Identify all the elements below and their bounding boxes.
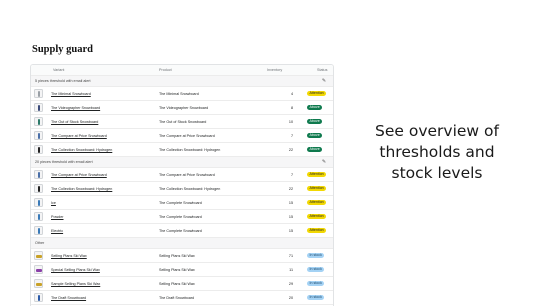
product-name: The Minimal Snowboard	[159, 91, 199, 96]
product-thumbnail	[34, 251, 43, 260]
edit-threshold-icon[interactable]: ✎	[321, 159, 327, 165]
table-row[interactable]: The Videographer Snowboard The Videograph…	[31, 101, 333, 115]
threshold-group-label: Other	[35, 241, 45, 245]
product-thumbnail	[34, 117, 43, 126]
status-badge: Attention	[307, 172, 327, 177]
table-row[interactable]: The Compare at Price Snowboard The Compar…	[31, 168, 333, 182]
product-name: Selling Plans Ski Wax	[159, 253, 195, 258]
table-row[interactable]: Ice The Complete Snowboard 15 Attention	[31, 196, 333, 210]
variant-link[interactable]: Sample Selling Plans Ski Wax	[51, 282, 100, 286]
threshold-group-label: 5 pieces threshold with email alert	[35, 79, 91, 83]
caption-line: thresholds and	[379, 143, 495, 161]
product-name: The Collection Snowboard: Hydrogen	[159, 186, 221, 191]
column-header-status: Status	[317, 68, 328, 72]
table-row[interactable]: The Compare at Price Snowboard The Compar…	[31, 129, 333, 143]
status-badge: In stock	[307, 253, 325, 258]
caption-line: See overview of	[375, 122, 499, 140]
table-row[interactable]: Selling Plans Ski Wax Selling Plans Ski W…	[31, 249, 333, 263]
table-row[interactable]: The Draft Snowboard The Draft Snowboard 20…	[31, 291, 333, 305]
table-header: Variant Product Inventory Status	[31, 65, 333, 76]
threshold-group-header: 5 pieces threshold with email alert ✎	[31, 76, 333, 87]
status-badge: In stock	[307, 281, 325, 286]
table-row[interactable]: The Collection Snowboard: Hydrogen The Co…	[31, 143, 333, 157]
product-thumbnail	[34, 131, 43, 140]
column-header-variant: Variant	[53, 68, 65, 72]
table-row[interactable]: Powder The Complete Snowboard 15 Attention	[31, 210, 333, 224]
product-name: The Complete Snowboard	[159, 214, 202, 219]
variant-link[interactable]: Powder	[51, 215, 64, 219]
product-thumbnail	[34, 226, 43, 235]
status-badge: Above	[307, 105, 323, 110]
variant-link[interactable]: The Collection Snowboard: Hydrogen	[51, 148, 112, 152]
product-name: The Complete Snowboard	[159, 228, 202, 233]
variant-link[interactable]: The Minimal Snowboard	[51, 92, 91, 96]
product-thumbnail	[34, 293, 43, 302]
product-name: Selling Plans Ski Wax	[159, 281, 195, 286]
status-badge: Attention	[307, 91, 327, 96]
status-badge: In stock	[307, 295, 325, 300]
variant-link[interactable]: The Draft Snowboard	[51, 296, 86, 300]
product-thumbnail	[34, 184, 43, 193]
product-name: The Compare at Price Snowboard	[159, 133, 215, 138]
product-name: The Out of Stock Snowboard	[159, 119, 207, 124]
product-thumbnail	[34, 198, 43, 207]
product-thumbnail	[34, 145, 43, 154]
status-badge: Attention	[307, 228, 327, 233]
product-thumbnail	[34, 89, 43, 98]
product-name: The Compare at Price Snowboard	[159, 172, 215, 177]
product-name: The Videographer Snowboard	[159, 105, 209, 110]
product-name: The Complete Snowboard	[159, 200, 202, 205]
product-thumbnail	[34, 170, 43, 179]
product-thumbnail	[34, 212, 43, 221]
edit-threshold-icon[interactable]: ✎	[321, 78, 327, 84]
threshold-group-header: 20 pieces threshold with email alert ✎	[31, 157, 333, 168]
variant-link[interactable]: The Collection Snowboard: Hydrogen	[51, 187, 112, 191]
table-row[interactable]: The Minimal Snowboard The Minimal Snowboa…	[31, 87, 333, 101]
variant-link[interactable]: Ice	[51, 201, 56, 205]
table-row[interactable]: Special Selling Plans Ski Wax Selling Pla…	[31, 263, 333, 277]
status-badge: Attention	[307, 186, 327, 191]
table-row[interactable]: The Out of Stock Snowboard The Out of Sto…	[31, 115, 333, 129]
inventory-table: Variant Product Inventory Status 5 piece…	[30, 64, 334, 306]
table-row[interactable]: The Collection Snowboard: Hydrogen The Co…	[31, 182, 333, 196]
variant-link[interactable]: The Videographer Snowboard	[51, 106, 100, 110]
threshold-group-label: 20 pieces threshold with email alert	[35, 160, 93, 164]
column-header-inventory: Inventory	[267, 68, 283, 72]
column-header-product: Product	[159, 68, 172, 72]
table-row[interactable]: Electric The Complete Snowboard 15 Attentio…	[31, 224, 333, 238]
status-badge: Above	[307, 147, 323, 152]
product-thumbnail	[34, 279, 43, 288]
product-name: Selling Plans Ski Wax	[159, 267, 195, 272]
table-body: 5 pieces threshold with email alert ✎ The …	[31, 76, 333, 306]
variant-link[interactable]: Selling Plans Ski Wax	[51, 254, 87, 258]
status-badge: In stock	[307, 267, 325, 272]
product-name: The Draft Snowboard	[159, 295, 195, 300]
promo-caption: See overview of thresholds and stock lev…	[362, 121, 512, 184]
product-thumbnail	[34, 103, 43, 112]
table-row[interactable]: Sample Selling Plans Ski Wax Selling Plan…	[31, 277, 333, 291]
caption-line: stock levels	[391, 164, 483, 182]
variant-link[interactable]: Electric	[51, 229, 63, 233]
variant-link[interactable]: The Compare at Price Snowboard	[51, 173, 107, 177]
status-badge: Attention	[307, 200, 327, 205]
page-title: Supply guard	[32, 44, 93, 55]
threshold-group-header: Other	[31, 238, 333, 249]
variant-link[interactable]: The Compare at Price Snowboard	[51, 134, 107, 138]
product-name: The Collection Snowboard: Hydrogen	[159, 147, 221, 152]
variant-link[interactable]: Special Selling Plans Ski Wax	[51, 268, 100, 272]
product-thumbnail	[34, 265, 43, 274]
variant-link[interactable]: The Out of Stock Snowboard	[51, 120, 98, 124]
status-badge: Above	[307, 133, 323, 138]
status-badge: Above	[307, 119, 323, 124]
status-badge: Attention	[307, 214, 327, 219]
